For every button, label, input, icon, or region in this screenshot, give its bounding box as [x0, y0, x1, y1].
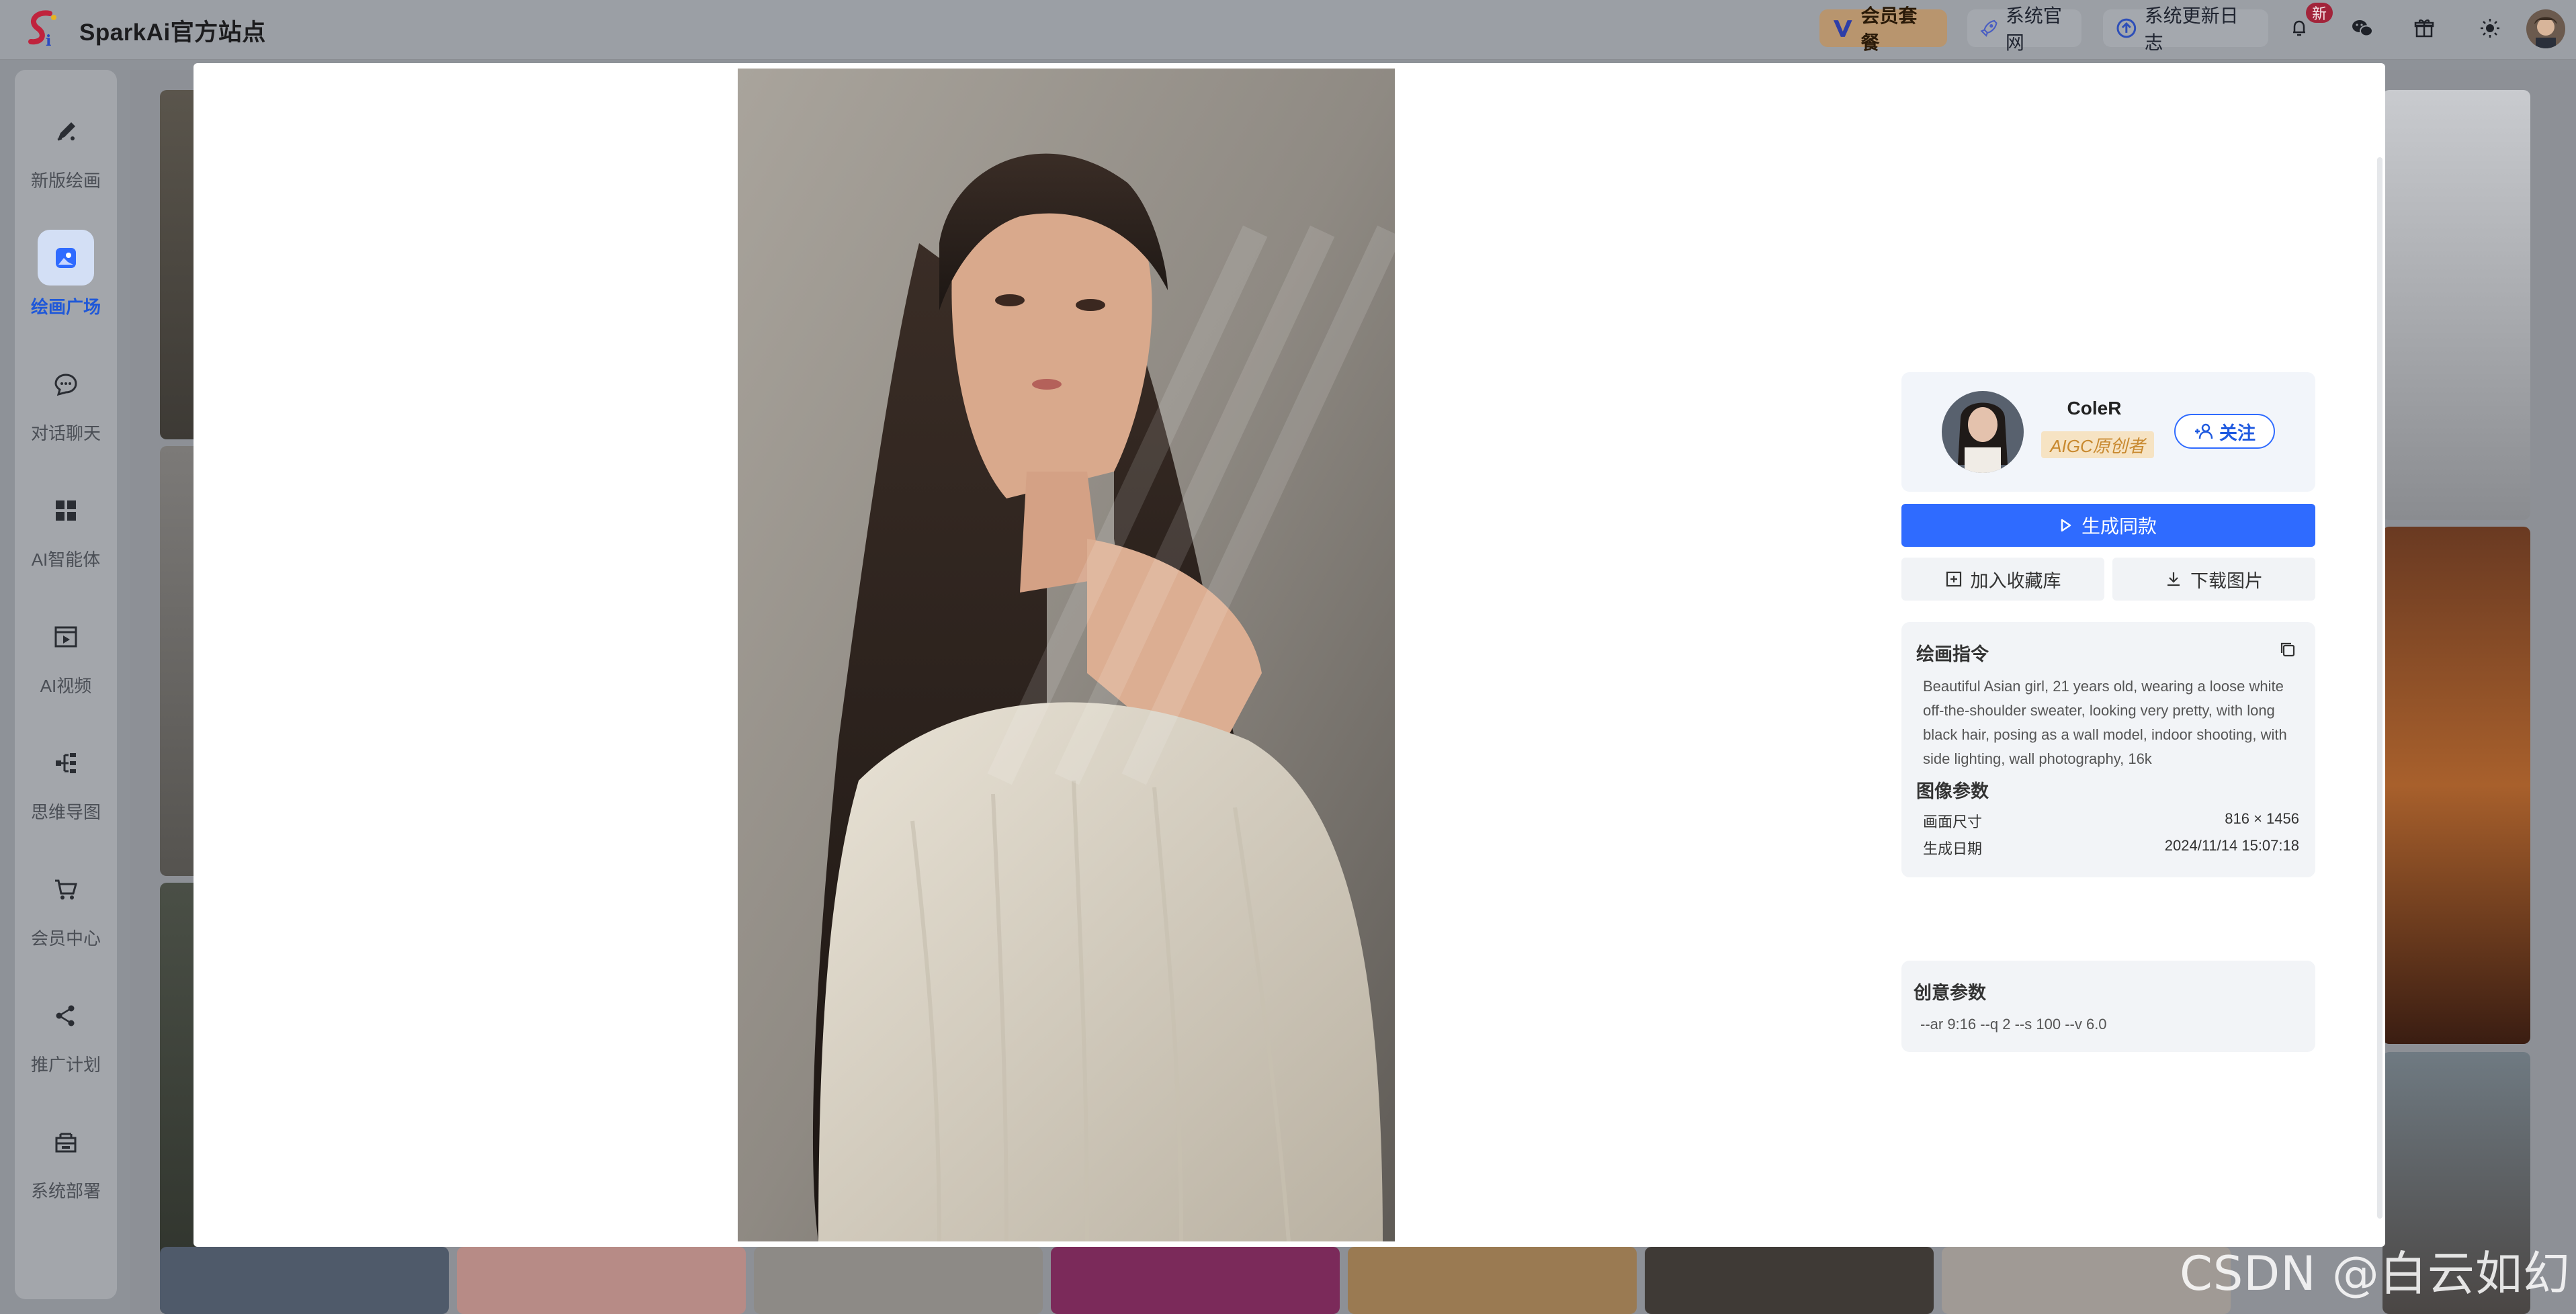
- author-role-badge: AIGC原创者: [2041, 431, 2154, 458]
- sidebar-item-label: 思维导图: [30, 802, 101, 822]
- image-detail-modal: ColeR AIGC原创者 关注 生成同款 加入收藏库 下载图片 绘画指令 Be…: [194, 63, 2385, 1247]
- sidebar-item-member-center[interactable]: 会员中心: [15, 836, 117, 950]
- gallery-tile[interactable]: [2382, 90, 2530, 520]
- artwork-image[interactable]: [738, 69, 1395, 1241]
- theme-toggle-button[interactable]: [2475, 13, 2505, 43]
- prompt-title: 绘画指令: [1916, 644, 1989, 664]
- upgrade-icon: [2116, 18, 2137, 38]
- logo-icon[interactable]: i: [23, 8, 66, 51]
- sidebar-item-label: 推广计划: [30, 1055, 101, 1075]
- author-avatar[interactable]: [1942, 391, 2024, 473]
- gallery-tile[interactable]: [160, 1247, 449, 1314]
- copy-icon[interactable]: [2278, 640, 2298, 660]
- generate-same-label: 生成同款: [2081, 516, 2157, 537]
- svg-text:i: i: [46, 32, 51, 50]
- sun-icon: [2481, 19, 2499, 38]
- follow-button[interactable]: 关注: [2174, 414, 2275, 449]
- watermark-text: CSDN @白云如幻: [2180, 1246, 2571, 1301]
- brush-icon: [38, 103, 94, 159]
- creative-params-text: --ar 9:16 --q 2 --s 100 --v 6.0: [1920, 1016, 2107, 1033]
- sidebar-item-label: AI智能体: [31, 550, 101, 570]
- download-image-label: 下载图片: [2190, 570, 2263, 591]
- gallery-tile[interactable]: [754, 1247, 1043, 1314]
- top-header: i SparkAi官方站点 会员套餐 系统官网 系统更新日志 新: [0, 0, 2576, 60]
- sidebar: 新版绘画 绘画广场 对话聊天 AI智能体 AI视频 思维导图 会员中心 推广计划…: [15, 70, 117, 1299]
- gallery-tile[interactable]: [1645, 1247, 1934, 1314]
- sidebar-item-label: 系统部署: [30, 1181, 101, 1201]
- share-icon: [38, 988, 94, 1043]
- download-icon: [2167, 572, 2180, 586]
- gift-icon: [2414, 19, 2434, 38]
- sidebar-item-gallery[interactable]: 绘画广场: [15, 204, 117, 318]
- mindmap-icon: [38, 735, 94, 791]
- download-image-button[interactable]: 下载图片: [2112, 558, 2315, 601]
- plus-square-icon: [1946, 571, 1961, 587]
- param-row-date: 生成日期 2024/11/14 15:07:18: [1923, 837, 2299, 861]
- sidebar-item-mindmap[interactable]: 思维导图: [15, 709, 117, 824]
- gallery-tile[interactable]: [1051, 1247, 1340, 1314]
- bell-icon: [2293, 20, 2305, 36]
- date-value: 2024/11/14 15:07:18: [2164, 837, 2299, 854]
- official-site-button[interactable]: 系统官网: [1967, 5, 2081, 53]
- gallery-tile[interactable]: [1348, 1247, 1637, 1314]
- changelog-label: 系统更新日志: [2144, 5, 2239, 53]
- user-avatar[interactable]: [2526, 9, 2565, 48]
- wechat-icon: [2352, 20, 2373, 37]
- cart-icon: [38, 861, 94, 917]
- sidebar-item-deploy[interactable]: 系统部署: [15, 1088, 117, 1202]
- add-user-icon: [2195, 423, 2213, 439]
- size-label: 画面尺寸: [1923, 814, 1983, 830]
- add-to-collection-button[interactable]: 加入收藏库: [1901, 558, 2104, 601]
- gallery-tile[interactable]: [2382, 527, 2530, 1044]
- gallery-icon: [38, 230, 94, 286]
- new-badge: 新: [2306, 3, 2333, 23]
- official-site-label: 系统官网: [2005, 5, 2062, 53]
- add-to-collection-label: 加入收藏库: [1970, 570, 2061, 591]
- prompt-text: Beautiful Asian girl, 21 years old, wear…: [1923, 678, 2287, 767]
- author-card: ColeR AIGC原创者 关注: [1901, 372, 2315, 492]
- member-plan-label: 会员套餐: [1860, 5, 1918, 53]
- wechat-button[interactable]: [2348, 13, 2377, 43]
- sidebar-item-ai-agent[interactable]: AI智能体: [15, 457, 117, 571]
- sidebar-item-label: AI视频: [40, 676, 92, 696]
- sidebar-item-chat[interactable]: 对话聊天: [15, 331, 117, 445]
- sidebar-item-ai-video[interactable]: AI视频: [15, 583, 117, 697]
- sidebar-item-label: 会员中心: [30, 928, 101, 949]
- sidebar-item-promotion[interactable]: 推广计划: [15, 962, 117, 1076]
- sidebar-item-label: 绘画广场: [30, 297, 101, 317]
- prompt-card: 绘画指令 Beautiful Asian girl, 21 years old,…: [1901, 622, 2315, 877]
- brand-title[interactable]: SparkAi官方站点: [79, 13, 266, 48]
- chat-icon: [38, 356, 94, 412]
- sidebar-item-new-drawing[interactable]: 新版绘画: [15, 78, 117, 192]
- rocket-icon: [1980, 19, 1998, 37]
- grid-icon: [38, 482, 94, 538]
- creative-params-card: 创意参数 --ar 9:16 --q 2 --s 100 --v 6.0: [1901, 961, 2315, 1052]
- param-row-size: 画面尺寸 816 × 1456: [1923, 810, 2299, 834]
- changelog-button[interactable]: 系统更新日志: [2103, 5, 2268, 53]
- play-icon: [2061, 519, 2071, 532]
- params-title: 图像参数: [1916, 781, 1989, 801]
- sidebar-item-label: 新版绘画: [30, 171, 101, 191]
- vip-v-icon: [1833, 20, 1852, 37]
- sidebar-item-label: 对话聊天: [30, 423, 101, 443]
- author-name[interactable]: ColeR: [2044, 398, 2145, 419]
- gift-button[interactable]: [2409, 13, 2439, 43]
- creative-title: 创意参数: [1914, 983, 1986, 1003]
- date-label: 生成日期: [1923, 840, 1983, 857]
- modal-scrollbar[interactable]: [2377, 157, 2382, 1219]
- generate-same-button[interactable]: 生成同款: [1901, 504, 2315, 547]
- follow-label: 关注: [2219, 423, 2256, 443]
- size-value: 816 × 1456: [2225, 810, 2299, 827]
- video-icon: [38, 609, 94, 664]
- deploy-icon: [38, 1114, 94, 1170]
- member-plan-button[interactable]: 会员套餐: [1819, 5, 1947, 53]
- gallery-tile[interactable]: [457, 1247, 746, 1314]
